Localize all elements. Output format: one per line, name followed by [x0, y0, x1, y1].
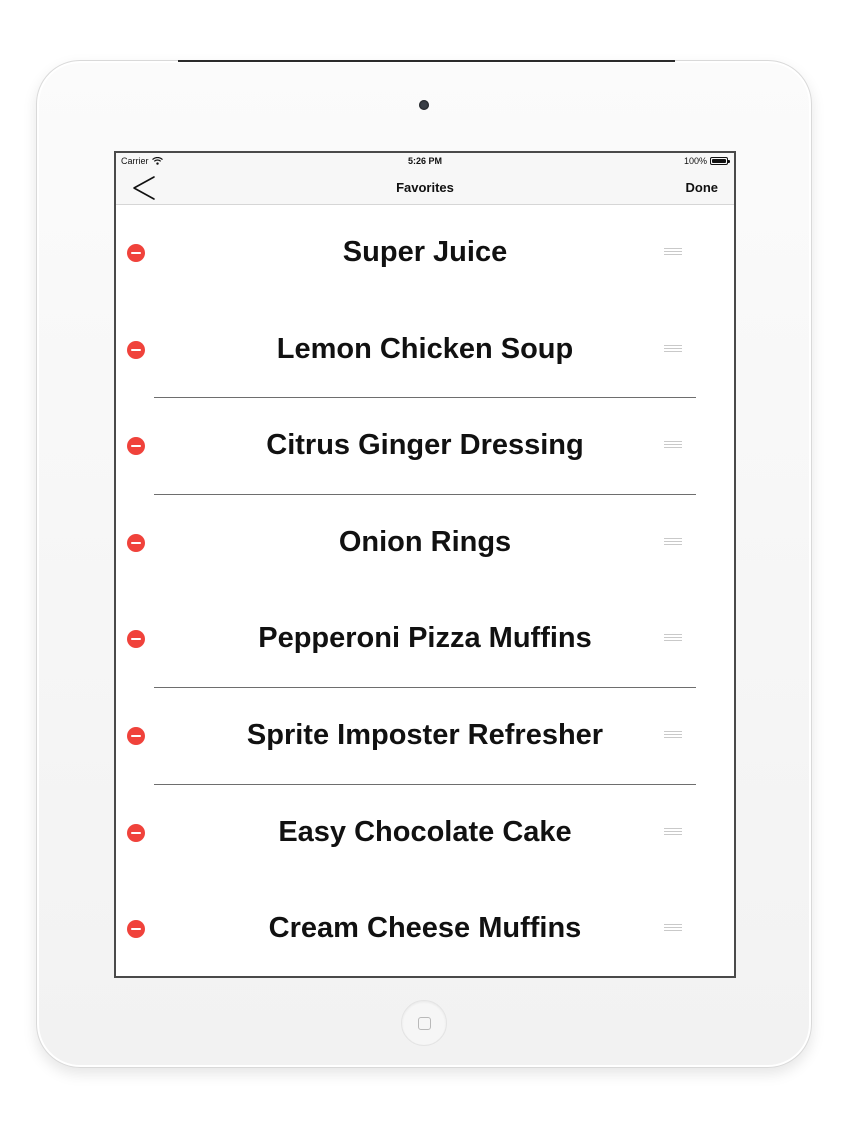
minus-icon: [131, 638, 141, 641]
battery-level-fill: [712, 159, 726, 163]
reorder-bar: [664, 447, 682, 449]
reorder-bar: [664, 927, 682, 929]
delete-button[interactable]: [127, 437, 145, 456]
favorite-title: Pepperoni Pizza Muffins: [258, 622, 592, 655]
reorder-handle-icon[interactable]: [664, 924, 682, 933]
reorder-handle-icon[interactable]: [664, 730, 682, 740]
minus-icon: [131, 831, 141, 834]
minus-icon: [131, 928, 141, 931]
favorite-title: Super Juice: [342, 236, 508, 268]
delete-button[interactable]: [127, 533, 145, 552]
reorder-handle-icon[interactable]: [664, 248, 682, 257]
reorder-bar: [664, 248, 682, 249]
home-square-icon: [417, 1016, 431, 1030]
list-item[interactable]: Citrus Ginger Dressing: [116, 398, 734, 495]
done-button[interactable]: Done: [686, 180, 719, 195]
favorites-list: Super Juice Lemon Chicken Soup Citrus Ging…: [116, 205, 734, 976]
list-item[interactable]: Onion Rings: [116, 495, 734, 592]
reorder-bar: [664, 254, 682, 255]
list-item[interactable]: Lemon Chicken Soup: [116, 302, 734, 399]
app-screen: Carrier 5:26 PM 100% Favorites Done Supe…: [114, 151, 736, 978]
reorder-bar: [664, 924, 682, 926]
reorder-bar: [664, 730, 682, 732]
reorder-bar: [664, 441, 682, 443]
delete-button[interactable]: [127, 630, 145, 649]
status-time: 5:26 PM: [407, 156, 442, 166]
reorder-bar: [664, 537, 682, 539]
favorite-title: Onion Rings: [338, 525, 512, 558]
battery-percent: 100%: [683, 156, 707, 166]
minus-icon: [131, 541, 141, 544]
reorder-bar: [664, 833, 682, 835]
minus-icon: [131, 348, 141, 351]
delete-button[interactable]: [127, 244, 145, 262]
reorder-bar: [664, 736, 682, 738]
favorite-title: Easy Chocolate Cake: [278, 815, 572, 848]
delete-button[interactable]: [127, 340, 145, 359]
home-button[interactable]: [401, 1000, 447, 1046]
reorder-handle-icon[interactable]: [664, 344, 682, 354]
reorder-handle-icon[interactable]: [664, 537, 682, 547]
reorder-bar: [664, 733, 682, 735]
reorder-bar: [664, 637, 682, 639]
list-item[interactable]: Super Juice: [116, 205, 734, 302]
minus-icon: [131, 734, 141, 737]
reorder-bar: [664, 444, 682, 446]
navigation-bar: Favorites Done: [116, 171, 734, 205]
reorder-bar: [664, 640, 682, 642]
reorder-bar: [664, 540, 682, 542]
delete-button[interactable]: [127, 920, 145, 939]
favorite-title: Lemon Chicken Soup: [276, 332, 574, 365]
reorder-bar: [664, 543, 682, 545]
reorder-bar: [664, 347, 682, 349]
reorder-bar: [664, 930, 682, 932]
favorite-title: Cream Cheese Muffins: [268, 912, 582, 945]
minus-icon: [131, 252, 141, 254]
delete-button[interactable]: [127, 823, 145, 842]
list-item[interactable]: Easy Chocolate Cake: [116, 785, 734, 882]
reorder-bar: [664, 344, 682, 346]
reorder-handle-icon[interactable]: [664, 827, 682, 837]
device-top-edge: [178, 60, 675, 62]
reorder-bar: [664, 350, 682, 352]
delete-button[interactable]: [127, 726, 145, 745]
reorder-bar: [664, 830, 682, 832]
reorder-handle-icon[interactable]: [664, 441, 682, 450]
list-item[interactable]: Cream Cheese Muffins: [116, 881, 734, 976]
reorder-bar: [664, 827, 682, 829]
status-battery-group: 100%: [683, 156, 730, 166]
battery-icon: [710, 157, 730, 165]
favorite-title: Citrus Ginger Dressing: [266, 429, 584, 462]
favorite-title: Sprite Imposter Refresher: [246, 718, 604, 751]
list-item[interactable]: Sprite Imposter Refresher: [116, 688, 734, 785]
reorder-bar: [664, 634, 682, 636]
reorder-handle-icon[interactable]: [664, 634, 682, 643]
reorder-bar: [664, 251, 682, 252]
front-camera: [419, 100, 429, 110]
page-title: Favorites: [396, 180, 454, 195]
list-item[interactable]: Pepperoni Pizza Muffins: [116, 591, 734, 688]
minus-icon: [131, 445, 141, 448]
status-bar: Carrier 5:26 PM 100%: [116, 153, 734, 171]
